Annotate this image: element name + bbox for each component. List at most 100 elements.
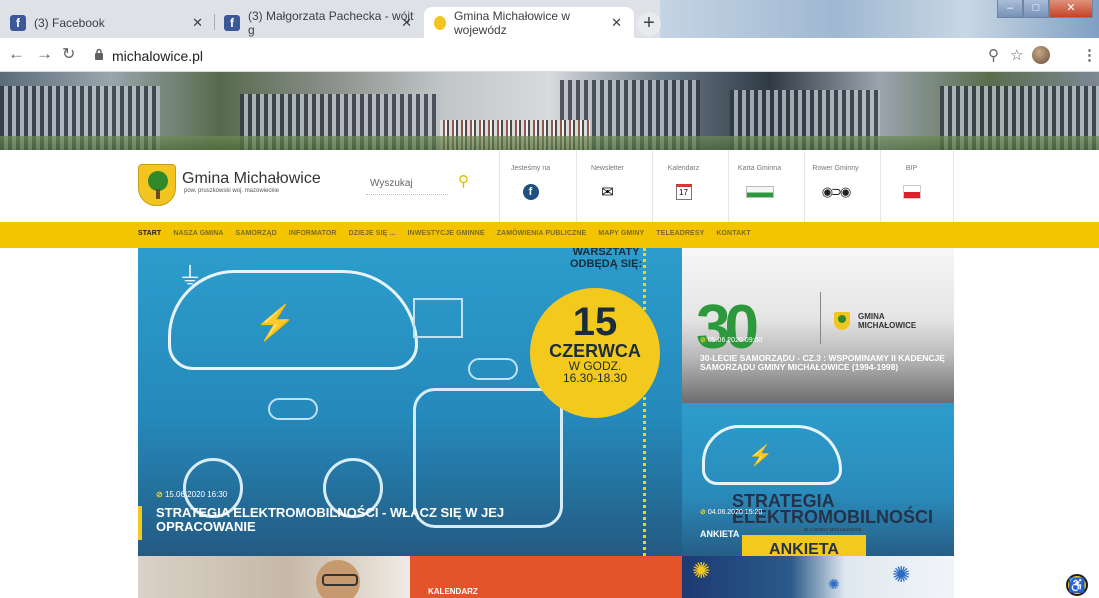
lightning-icon: ⚡ bbox=[748, 445, 773, 467]
bookmark-star-icon[interactable]: ☆ bbox=[1010, 46, 1023, 64]
news-tile-calendar[interactable]: KALENDARZ bbox=[410, 556, 682, 598]
news-date: ⊘ 05.06.2020 09:00 bbox=[700, 336, 762, 344]
tab-close-icon[interactable]: ✕ bbox=[401, 15, 412, 31]
menu-item-dzieje-sie[interactable]: DZIEJE SIĘ ... bbox=[349, 230, 396, 237]
virus-icon: ✺ bbox=[692, 558, 711, 583]
menu-item-informator[interactable]: INFORMATOR bbox=[289, 230, 337, 237]
accessibility-icon[interactable]: ♿ bbox=[1066, 574, 1088, 596]
hero-title[interactable]: STRATEGIA ELEKTROMOBILNOŚCI - WŁĄCZ SIĘ … bbox=[138, 506, 538, 540]
calendar-tile-label: KALENDARZ bbox=[428, 587, 478, 596]
header-divider bbox=[953, 150, 954, 222]
back-icon[interactable]: ← bbox=[8, 44, 25, 64]
minimize-button[interactable]: – bbox=[997, 0, 1023, 18]
new-tab-button[interactable]: + bbox=[637, 12, 661, 36]
virus-icon: ✺ bbox=[892, 562, 911, 587]
news-title[interactable]: ANKIETA bbox=[700, 529, 739, 539]
hero-news-tile[interactable]: ⏚ ⚡ WARSZTATY ODBĘDĄ SIĘ: 15 CZERWCA W G… bbox=[138, 248, 682, 556]
window-controls: – □ ✕ bbox=[997, 0, 1093, 18]
header-banner-photo bbox=[0, 72, 1099, 150]
browser-tab-bar: f (3) Facebook ✕ f (3) Małgorzata Pachec… bbox=[0, 0, 1099, 38]
header-link-calendar[interactable]: Kalendarz 17 bbox=[652, 150, 714, 222]
lock-icon bbox=[95, 48, 103, 60]
header-link-bip[interactable]: BIP bbox=[880, 150, 942, 222]
header-link-bike[interactable]: Rower Gminny ◉⊃◉ bbox=[804, 150, 866, 222]
tag-icon: ⊘ bbox=[700, 509, 706, 516]
tab-title: Gmina Michałowice w wojewódz bbox=[454, 8, 571, 37]
date-badge: 15 CZERWCA W GODZ. 16.30-18.30 bbox=[530, 288, 660, 418]
virus-icon: ✺ bbox=[828, 576, 840, 592]
header-link-card[interactable]: Karta Gminna bbox=[728, 150, 790, 222]
main-menu: START NASZA GMINA SAMORZĄD INFORMATOR DZ… bbox=[0, 222, 1099, 248]
logo-title[interactable]: Gmina Michałowice bbox=[182, 170, 321, 188]
news-date: ⊘ 04.06.2020 15:20 bbox=[700, 508, 762, 516]
badge-day: 15 bbox=[572, 300, 618, 344]
facebook-favicon-icon: f bbox=[10, 14, 26, 31]
news-tile-virus[interactable]: ✺ ✺ ✺ bbox=[682, 556, 954, 598]
facebook-favicon-icon: f bbox=[224, 14, 240, 31]
news-tile-ankieta[interactable]: ⚡ STRATEGIA ELEKTROMOBILNOŚCI DLA GMINY … bbox=[682, 403, 954, 556]
dotted-line bbox=[643, 248, 646, 556]
search-input[interactable]: Wyszukaj bbox=[370, 178, 413, 189]
reload-icon[interactable]: ↻ bbox=[62, 44, 75, 64]
menu-dots-icon[interactable]: ⋮ bbox=[1082, 46, 1097, 64]
news-date-text: 04.06.2020 15:20 bbox=[707, 509, 763, 516]
coat-of-arms-logo[interactable] bbox=[138, 164, 176, 206]
grass-image bbox=[0, 136, 1099, 150]
tab-close-icon[interactable]: ✕ bbox=[192, 15, 203, 31]
logo-divider bbox=[820, 292, 821, 344]
tag-icon: ⊘ bbox=[156, 490, 163, 499]
tree-trunk bbox=[156, 189, 160, 199]
header-link-label: Jesteśmy na bbox=[510, 165, 551, 172]
tab-facebook[interactable]: f (3) Facebook ✕ bbox=[0, 7, 215, 38]
header-link-label: Karta Gminna bbox=[737, 165, 782, 172]
tab-title: (3) Małgorzata Pachecka - wójt g bbox=[248, 8, 414, 37]
house-illustration bbox=[413, 298, 463, 338]
header-link-newsletter[interactable]: Newsletter ✉ bbox=[576, 150, 638, 222]
forward-icon[interactable]: → bbox=[36, 44, 53, 64]
thirty-number: 30 bbox=[696, 293, 759, 362]
header-link-label: Kalendarz bbox=[667, 165, 700, 172]
poster-subtitle: DLA GMINY MICHAŁOWICE bbox=[804, 527, 862, 532]
tag-icon: ⊘ bbox=[700, 337, 706, 344]
badge-month: CZERWCA bbox=[549, 341, 641, 361]
menu-item-samorzad[interactable]: SAMORZĄD bbox=[236, 230, 277, 237]
bike-icon: ◉⊃◉ bbox=[821, 184, 852, 199]
calendar-icon: 17 bbox=[675, 184, 692, 200]
facebook-icon: f bbox=[522, 184, 539, 200]
hero-top-text: WARSZTATY ODBĘDĄ SIĘ: bbox=[570, 248, 643, 270]
cloud-illustration bbox=[468, 358, 518, 380]
header-link-facebook[interactable]: Jesteśmy na f bbox=[499, 150, 561, 222]
close-window-button[interactable]: ✕ bbox=[1049, 0, 1093, 18]
poster-band: ANKIETA bbox=[742, 535, 866, 556]
news-title[interactable]: 30-LECIE SAMORZĄDU - CZ.3 : WSPOMINAMY I… bbox=[700, 354, 950, 372]
menu-item-inwestycje[interactable]: INWESTYCJE GMINNE bbox=[408, 230, 485, 237]
news-grid: ⏚ ⚡ WARSZTATY ODBĘDĄ SIĘ: 15 CZERWCA W G… bbox=[0, 248, 1099, 598]
news-tile-30-lecie[interactable]: 30 GMINA MICHAŁOWICE ⊘ 05.06.2020 09:00 … bbox=[682, 248, 954, 403]
news-date-text: 05.06.2020 09:00 bbox=[707, 337, 763, 344]
menu-item-kontakt[interactable]: KONTAKT bbox=[716, 230, 750, 237]
news-tile-photo[interactable] bbox=[138, 556, 410, 598]
tab-title: (3) Facebook bbox=[34, 15, 105, 30]
zoom-icon[interactable]: ⚲ bbox=[988, 46, 999, 64]
header-link-label: Newsletter bbox=[590, 165, 625, 172]
envelope-icon: ✉ bbox=[601, 184, 614, 201]
maximize-button[interactable]: □ bbox=[1023, 0, 1049, 18]
card-icon bbox=[745, 186, 774, 198]
tab-pachecka[interactable]: f (3) Małgorzata Pachecka - wójt g ✕ bbox=[214, 7, 424, 38]
menu-item-start[interactable]: START bbox=[138, 230, 161, 237]
badge-time: 16.30-18.30 bbox=[562, 371, 628, 385]
search-icon[interactable]: ⚲ bbox=[458, 172, 469, 190]
tab-close-icon[interactable]: ✕ bbox=[611, 15, 622, 31]
tab-michalowice[interactable]: Gmina Michałowice w wojewódz ✕ bbox=[424, 7, 634, 38]
woman-photo bbox=[316, 560, 360, 598]
profile-avatar[interactable] bbox=[1032, 46, 1050, 64]
menu-item-mapy[interactable]: MAPY GMINY bbox=[598, 230, 644, 237]
bip-icon bbox=[902, 185, 921, 199]
menu-item-teleadresy[interactable]: TELEADRESY bbox=[656, 230, 704, 237]
crest-favicon-icon bbox=[434, 15, 446, 30]
menu-item-zamowienia[interactable]: ZAMÓWIENIA PUBLICZNE bbox=[497, 230, 587, 237]
hero-date: ⊘ 15.06.2020 16:30 bbox=[156, 490, 227, 499]
lightning-icon: ⚡ bbox=[254, 304, 297, 342]
menu-item-nasza-gmina[interactable]: NASZA GMINA bbox=[173, 230, 223, 237]
url-field[interactable]: michalowice.pl bbox=[112, 48, 203, 64]
